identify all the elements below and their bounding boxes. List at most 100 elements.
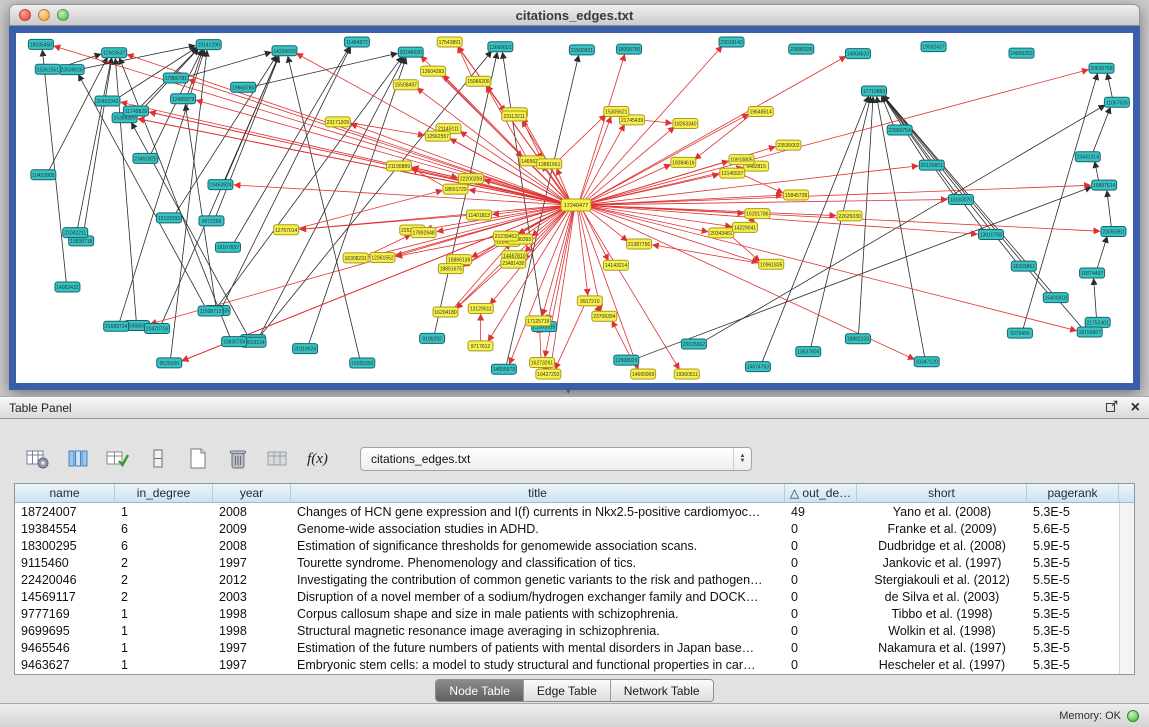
cell-out_degree: 0 [785,539,857,553]
graph-node-label: 23481430 [502,261,524,267]
table-row[interactable]: 1456911722003Disruption of a novel membe… [15,588,1119,605]
column-header-pagerank[interactable]: pagerank [1027,484,1119,502]
cell-year: 2008 [213,505,291,519]
graph-node-label: 19360511 [676,372,698,378]
graph-node-label: 14326693 [273,49,295,55]
tab-node-table[interactable]: Node Table [436,680,524,701]
graph-edge [555,305,584,369]
graph-node-label: 16308231 [345,256,367,262]
table-row[interactable]: 1830029562008Estimation of significance … [15,537,1119,554]
graph-node-label: 10433805 [32,173,54,179]
import-table-icon[interactable] [264,446,291,472]
tab-network-table[interactable]: Network Table [611,680,713,701]
column-header-year[interactable]: year [213,484,291,502]
graph-node-label: 20470716 [146,326,168,332]
graph-edge [582,209,679,369]
graph-node-label: 21387756 [628,242,650,248]
graph-node-label: 19394616 [672,160,694,166]
graph-edge [54,46,565,203]
zoom-window-icon[interactable] [57,9,69,21]
cell-in_degree: 1 [115,607,213,621]
table-row[interactable]: 946554611997Estimation of the future num… [15,639,1119,656]
graph-edge [300,215,468,229]
table-row[interactable]: 911546021997Tourette syndrome. Phenomeno… [15,554,1119,571]
graph-node-label: 9529100 [160,361,180,367]
graph-edge [587,70,1088,204]
graph-node-label: 14982432 [56,285,78,291]
graph-edge [486,86,526,157]
graph-node-label: 15193293 [158,216,180,222]
cell-out_degree: 0 [785,624,857,638]
close-panel-icon[interactable]: × [1131,401,1140,415]
table-selector-dropdown[interactable]: citations_edges.txt ▲▼ [360,447,752,471]
cell-name: 9699695 [15,624,115,638]
function-builder-icon[interactable]: f(x) [304,446,331,472]
column-header-in_degree[interactable]: in_degree [115,484,213,502]
row-height-icon[interactable] [144,446,171,472]
graph-node-label: 10836758 [223,340,245,346]
graph-node-label: 10427292 [537,372,559,378]
graph-node-label: 9917210 [580,299,600,305]
graph-node-label: 18263340 [674,122,696,128]
graph-node-label: 23686926 [790,47,812,53]
table-settings-icon[interactable] [24,446,51,472]
cell-in_degree: 1 [115,641,213,655]
cell-name: 18300295 [15,539,115,553]
graph-node-label: 17240477 [564,203,588,209]
table-row[interactable]: 946362711997Embryonic stem cells: a mode… [15,656,1119,673]
cell-in_degree: 2 [115,590,213,604]
cell-name: 9115460 [15,556,115,570]
minimize-window-icon[interactable] [38,9,50,21]
show-columns-icon[interactable] [64,446,91,472]
table-row[interactable]: 1872400712008Changes of HCN gene express… [15,503,1119,520]
status-bar: Memory: OK [0,703,1149,727]
graph-node-label: 9379456 [1010,331,1030,337]
column-header-title[interactable]: title [291,484,785,502]
cell-year: 2008 [213,539,291,553]
cell-short: Hescheler et al. (1997) [857,658,1027,672]
cell-name: 9463627 [15,658,115,672]
panel-resize-grip[interactable]: ▾ [566,386,571,397]
edit-table-icon[interactable] [104,446,131,472]
cell-short: Wolkin et al. (1998) [857,624,1027,638]
delete-column-icon[interactable] [224,446,251,472]
cell-out_degree: 0 [785,573,857,587]
graph-edge [185,105,215,306]
table-row[interactable]: 2242004622012Investigating the contribut… [15,571,1119,588]
network-canvas[interactable]: 1803545012503537191412901432669311494872… [16,33,1133,383]
graph-node-label: 17880781 [165,76,187,82]
cell-pagerank: 5.3E-5 [1027,505,1119,519]
close-window-icon[interactable] [19,9,31,21]
graph-node-label: 13637806 [797,350,819,356]
window-titlebar[interactable]: citations_edges.txt [9,4,1140,26]
column-header-out_degree[interactable]: △ out_de… [785,484,857,502]
graph-node-label: 22883754 [889,128,911,134]
table-row[interactable]: 969969511998Structural magnetic resonanc… [15,622,1119,639]
cell-out_degree: 0 [785,607,857,621]
table-row[interactable]: 977716911998Corpus callosum shape and si… [15,605,1119,622]
cell-title: Structural magnetic resonance image aver… [291,624,785,638]
column-header-short[interactable]: short [857,484,1027,502]
cell-title: Embryonic stem cells: a model to study s… [291,658,785,672]
graph-edge [703,105,1104,341]
new-column-icon[interactable] [184,446,211,472]
tab-edge-table[interactable]: Edge Table [524,680,611,701]
graph-node-label: 23706394 [593,314,615,320]
graph-edge [587,205,977,234]
graph-edge [138,119,565,204]
graph-edge [309,58,406,344]
graph-node-label: 16201786 [746,212,768,218]
graph-node-label: 21745439 [621,118,643,124]
graph-node-label: 9106292 [422,336,442,342]
float-panel-icon[interactable] [1105,399,1119,416]
graph-edge [82,46,194,69]
column-header-name[interactable]: name [15,484,115,502]
cell-year: 1998 [213,624,291,638]
network-view-frame: 1803545012503537191412901432669311494872… [9,26,1140,390]
table-row[interactable]: 1938455462009Genome-wide association stu… [15,520,1119,537]
graph-node-label: 17543891 [439,40,461,46]
graph-node-label: 20343461 [710,231,732,237]
graph-node-label: 14665969 [632,372,654,378]
table-scrollbar[interactable] [1119,503,1134,674]
cell-short: de Silva et al. (2003) [857,590,1027,604]
